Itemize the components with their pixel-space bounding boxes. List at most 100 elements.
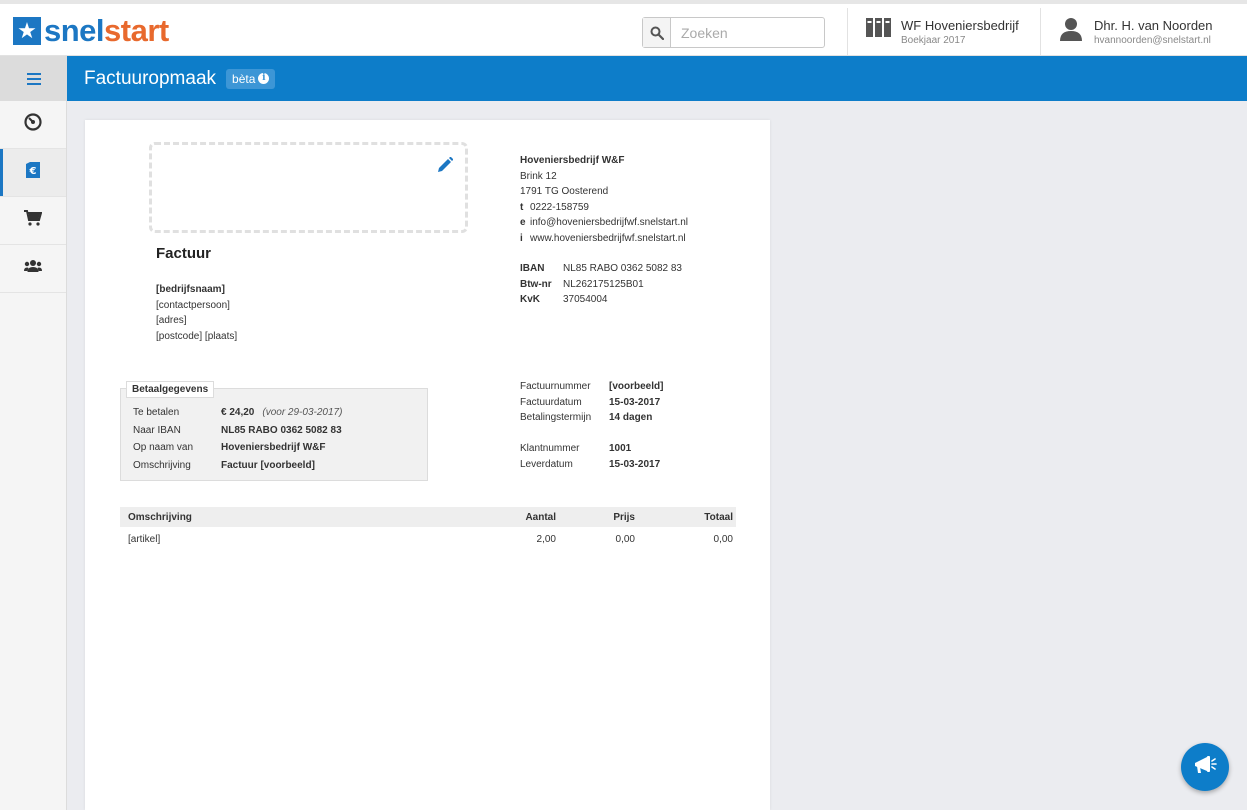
cell-description: [artikel] bbox=[128, 533, 161, 545]
sender-name: Hoveniersbedrijf W&F bbox=[520, 155, 625, 166]
sidebar-item-dashboard[interactable] bbox=[0, 101, 66, 149]
cell-quantity: 2,00 bbox=[536, 533, 556, 545]
payment-label: Op naam van bbox=[133, 442, 194, 453]
payment-row: Omschrijving Factuur [voorbeeld] bbox=[133, 457, 342, 475]
meta-row: Klantnummer 1001 bbox=[520, 441, 663, 457]
top-divider bbox=[847, 8, 848, 60]
email-key: e bbox=[520, 217, 526, 228]
meta-row: Betalingstermijn 14 dagen bbox=[520, 410, 663, 426]
info-icon: i bbox=[258, 73, 270, 84]
user-icon bbox=[1060, 17, 1082, 46]
payment-details-box[interactable]: Betaalgegevens Te betalen € 24,20 (voor 29… bbox=[120, 381, 428, 481]
invoice-preview: Factuur [bedrijfsnaam] [contactpersoon] … bbox=[85, 120, 770, 810]
star-glyph: ★ bbox=[17, 18, 37, 43]
invoice-meta[interactable]: Factuurnummer [voorbeeld] Factuurdatum 15-… bbox=[520, 379, 663, 472]
user-menu[interactable]: Dhr. H. van Noorden hvannoorden@snelstar… bbox=[1060, 17, 1213, 47]
payment-row: Naar IBAN NL85 RABO 0362 5082 83 bbox=[133, 422, 342, 440]
invoice-lines-table[interactable]: Omschrijving Aantal Prijs Totaal [artike… bbox=[120, 507, 736, 551]
meta-row: Leverdatum 15-03-2017 bbox=[520, 457, 663, 473]
meta-label: Factuurdatum bbox=[520, 396, 582, 408]
table-header: Omschrijving Aantal Prijs Totaal bbox=[120, 507, 736, 527]
payment-rows: Te betalen € 24,20 (voor 29-03-2017) Naar … bbox=[133, 404, 342, 474]
iban-key: IBAN bbox=[520, 263, 545, 274]
meta-value: [voorbeeld] bbox=[609, 381, 664, 392]
sidebar-item-relations[interactable] bbox=[0, 245, 66, 293]
payment-label: Te betalen bbox=[133, 407, 180, 418]
sender-email: info@hoveniersbedrijfwf.snelstart.nl bbox=[530, 217, 689, 228]
web-key: i bbox=[520, 232, 523, 244]
column-header-description: Omschrijving bbox=[128, 511, 192, 523]
btw-key: Btw-nr bbox=[520, 278, 552, 290]
snelstart-logo[interactable]: ★ snelstart bbox=[13, 14, 169, 48]
kvk-row: KvK 37054004 bbox=[520, 292, 682, 308]
logo-part-snel: snel bbox=[44, 13, 105, 48]
sidebar-item-sales[interactable] bbox=[0, 197, 66, 245]
company-switcher[interactable]: WF Hoveniersbedrijf Boekjaar 2017 bbox=[866, 17, 1019, 47]
recipient-address-line: [adres] bbox=[156, 315, 187, 326]
search-icon[interactable] bbox=[643, 18, 671, 47]
company-name: WF Hoveniersbedrijf bbox=[901, 18, 1019, 33]
beta-badge-label: bèta bbox=[232, 71, 256, 86]
user-name: Dhr. H. van Noorden bbox=[1094, 18, 1213, 33]
sender-city: 1791 TG Oosterend bbox=[520, 186, 609, 197]
pencil-icon[interactable] bbox=[437, 156, 454, 176]
meta-value: 15-03-2017 bbox=[609, 458, 661, 470]
meta-spacer bbox=[520, 426, 663, 442]
invoice-icon: € bbox=[25, 161, 41, 184]
btw-value: NL262175125B01 bbox=[563, 278, 644, 290]
payment-label: Omschrijving bbox=[133, 459, 191, 471]
sender-web-row: i www.hoveniersbedrijfwf.snelstart.nl bbox=[520, 231, 688, 247]
payment-note: (voor 29-03-2017) bbox=[262, 407, 343, 418]
users-icon bbox=[24, 259, 42, 278]
search-input[interactable] bbox=[671, 18, 824, 47]
search-box bbox=[642, 17, 825, 48]
user-email: hvannoorden@snelstart.nl bbox=[1094, 35, 1211, 46]
sidebar: € bbox=[0, 56, 67, 810]
logo-placeholder[interactable] bbox=[149, 142, 468, 233]
megaphone-icon bbox=[1193, 754, 1217, 781]
sender-bank-details[interactable]: IBAN NL85 RABO 0362 5082 83 Btw-nr NL26217… bbox=[520, 261, 682, 308]
payment-row: Op naam van Hoveniersbedrijf W&F bbox=[133, 439, 342, 457]
payment-value: Factuur [voorbeeld] bbox=[221, 459, 315, 471]
feedback-button[interactable] bbox=[1181, 743, 1229, 791]
column-header-quantity: Aantal bbox=[525, 511, 556, 523]
sender-street: Brink 12 bbox=[520, 170, 557, 182]
meta-label: Leverdatum bbox=[520, 458, 573, 470]
beta-badge[interactable]: bèta i bbox=[226, 68, 276, 89]
meta-value: 15-03-2017 bbox=[609, 396, 661, 408]
page-title: Factuuropmaak bbox=[84, 67, 217, 89]
sender-phone: 0222-158759 bbox=[530, 201, 589, 213]
payment-row: Te betalen € 24,20 (voor 29-03-2017) bbox=[133, 404, 342, 422]
iban-value: NL85 RABO 0362 5082 83 bbox=[563, 263, 682, 274]
top-bar: ★ snelstart WF Hoveniersbedrijf Boekjaar… bbox=[0, 0, 1247, 60]
recipient-contact: [contactpersoon] bbox=[156, 299, 230, 311]
sidebar-item-invoices[interactable]: € bbox=[0, 149, 66, 197]
meta-value: 1001 bbox=[609, 443, 632, 454]
star-logo-icon: ★ bbox=[13, 17, 41, 45]
meta-row: Factuurdatum 15-03-2017 bbox=[520, 395, 663, 411]
recipient-company: [bedrijfsnaam] bbox=[156, 284, 225, 295]
sender-web: www.hoveniersbedrijfwf.snelstart.nl bbox=[530, 232, 686, 244]
phone-key: t bbox=[520, 201, 524, 213]
kvk-value: 37054004 bbox=[563, 294, 608, 305]
column-header-total: Totaal bbox=[704, 511, 733, 523]
cell-total: 0,00 bbox=[713, 533, 733, 545]
invoice-title[interactable]: Factuur bbox=[156, 245, 211, 262]
sender-email-row: e info@hoveniersbedrijfwf.snelstart.nl bbox=[520, 215, 688, 231]
recipient-postcode-city: [postcode] [plaats] bbox=[156, 330, 238, 342]
btw-row: Btw-nr NL262175125B01 bbox=[520, 277, 682, 293]
meta-label: Klantnummer bbox=[520, 443, 580, 454]
payment-details-heading: Betaalgegevens bbox=[126, 381, 215, 398]
recipient-address[interactable]: [bedrijfsnaam] [contactpersoon] [adres] … bbox=[156, 282, 237, 344]
kvk-key: KvK bbox=[520, 294, 541, 305]
logo-wordmark: snelstart bbox=[44, 15, 169, 47]
svg-text:€: € bbox=[29, 166, 37, 177]
logo-part-start: start bbox=[104, 13, 169, 48]
hamburger-menu-icon[interactable] bbox=[0, 56, 67, 101]
sender-phone-row: t 0222-158759 bbox=[520, 200, 688, 216]
meta-label: Factuurnummer bbox=[520, 381, 591, 392]
table-row: [artikel] 2,00 0,00 0,00 bbox=[120, 527, 736, 551]
payment-value: € 24,20 bbox=[221, 407, 255, 418]
sender-details[interactable]: Hoveniersbedrijf W&F Brink 12 1791 TG Oo… bbox=[520, 153, 688, 246]
meta-label: Betalingstermijn bbox=[520, 412, 592, 423]
